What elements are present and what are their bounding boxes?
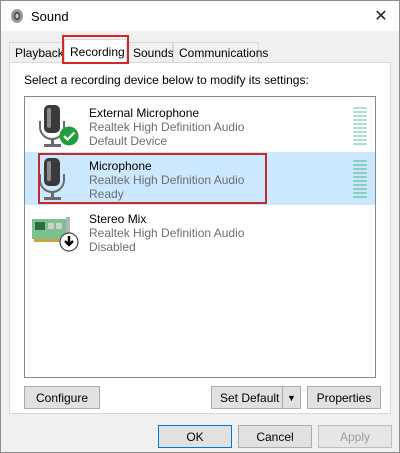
tab-recording[interactable]: Recording: [64, 39, 127, 64]
set-default-button[interactable]: Set Default ▼: [211, 386, 301, 409]
device-state: Disabled: [89, 240, 136, 254]
device-microphone[interactable]: Microphone Realtek High Definition Audio…: [25, 152, 375, 205]
default-check-icon: [59, 126, 79, 146]
chevron-down-icon[interactable]: ▼: [282, 387, 300, 408]
tab-sounds[interactable]: Sounds: [127, 42, 174, 63]
apply-button[interactable]: Apply: [318, 425, 392, 448]
configure-button[interactable]: Configure: [24, 386, 100, 409]
close-icon: ✕: [374, 8, 388, 25]
device-state: Ready: [89, 187, 124, 201]
device-name: Microphone: [89, 159, 152, 173]
device-name: Stereo Mix: [89, 212, 147, 226]
speaker-icon: [11, 9, 23, 23]
properties-button[interactable]: Properties: [307, 386, 381, 409]
level-meter: [353, 107, 367, 147]
window-title: Sound: [31, 9, 69, 24]
device-stereo-mix[interactable]: Stereo Mix Realtek High Definition Audio…: [25, 205, 375, 258]
device-driver: Realtek High Definition Audio: [89, 173, 245, 187]
device-external-microphone[interactable]: External Microphone Realtek High Definit…: [25, 99, 375, 152]
microphone-icon: [39, 158, 65, 200]
tab-playback[interactable]: Playback: [9, 42, 64, 63]
device-state: Default Device: [89, 134, 168, 148]
device-name: External Microphone: [89, 106, 200, 120]
device-driver: Realtek High Definition Audio: [89, 120, 245, 134]
set-default-label: Set Default: [220, 390, 280, 405]
ok-button[interactable]: OK: [158, 425, 232, 448]
instruction-text: Select a recording device below to modif…: [24, 73, 309, 87]
title-bar: Sound ✕: [1, 1, 399, 31]
close-button[interactable]: ✕: [367, 3, 395, 29]
device-list[interactable]: External Microphone Realtek High Definit…: [24, 96, 376, 378]
device-driver: Realtek High Definition Audio: [89, 226, 245, 240]
tab-communications[interactable]: Communications: [173, 42, 268, 63]
disabled-arrow-icon: [59, 232, 79, 252]
sound-dialog: Sound ✕ Playback Recording Sounds Commun…: [0, 0, 400, 453]
recording-panel: Select a recording device below to modif…: [9, 62, 391, 414]
level-meter: [353, 160, 367, 200]
cancel-button[interactable]: Cancel: [238, 425, 312, 448]
